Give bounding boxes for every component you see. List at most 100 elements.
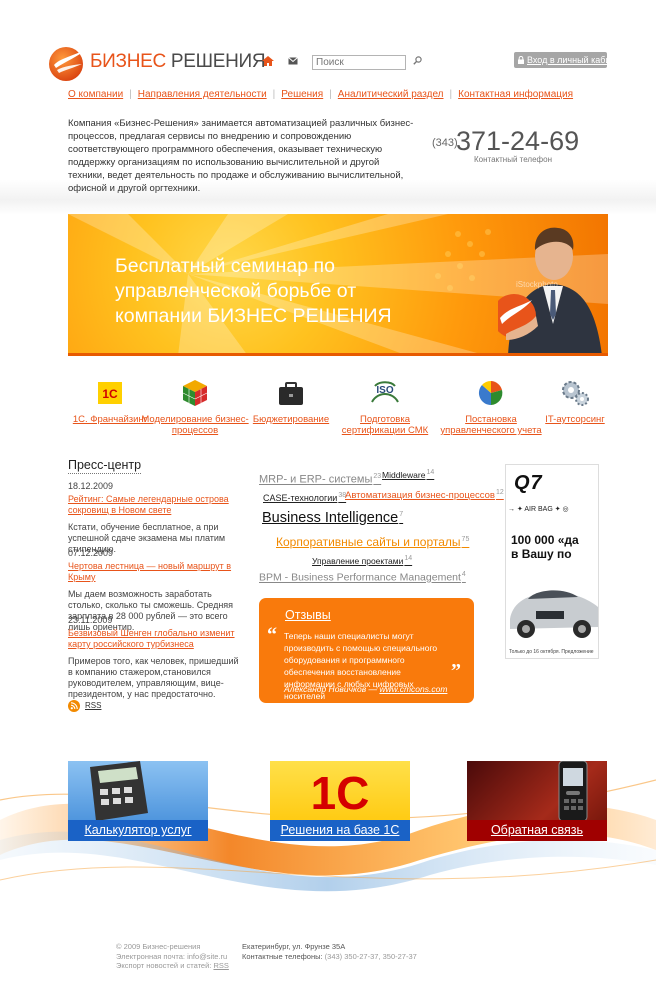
tag-link[interactable]: Управление проектами14	[312, 555, 412, 566]
footer-left: © 2009 Бизнес-решения Электронная почта:…	[116, 942, 229, 971]
tile-feedback[interactable]: Обратная связь	[467, 761, 607, 841]
1c-icon: 1С	[98, 382, 122, 404]
tag-label: Управление проектами	[312, 555, 404, 566]
phone-code: (343)	[432, 137, 458, 149]
tag-label: BPM - Business Performance Management	[259, 571, 461, 584]
ad-headline: 100 000 «да в Вашу по	[511, 533, 579, 561]
main-nav: О компании | Направления деятельности | Реше…	[68, 89, 573, 100]
news-text: Примеров того, как человек, пришедший в …	[68, 656, 239, 699]
tag-label: Автоматизация бизнес-процессов	[345, 490, 495, 502]
news-title-link[interactable]: Чертова лестница — новый маршрут в Крыму	[68, 561, 244, 583]
news-date: 07.12.2009	[68, 548, 114, 558]
news-date: 23.11.2009	[68, 615, 113, 625]
service-label: Подготовка сертификации СМК	[341, 414, 429, 436]
search-icon[interactable]	[413, 56, 422, 65]
news-title-link[interactable]: Безвизовый Шенген глобально изменит карт…	[68, 628, 244, 650]
service-it-outsourcing[interactable]: IT-аутсорсинг	[520, 378, 630, 425]
home-icon[interactable]	[262, 56, 274, 66]
ad-headline-line: 100 000 «да	[511, 533, 579, 547]
service-label: Моделирование бизнес-процессов	[141, 414, 249, 436]
tag-link[interactable]: Business Intelligence7	[262, 510, 403, 526]
phone-icon	[558, 761, 588, 822]
tag-link[interactable]: Middleware14	[382, 469, 434, 480]
review-author-name: Александр Новичков —	[284, 684, 378, 694]
iso-icon: ISO	[371, 381, 399, 403]
tag-count: 4	[461, 571, 466, 578]
tag-link[interactable]: BPM - Business Performance Management4	[259, 571, 466, 584]
quote-open-icon: “	[267, 624, 277, 646]
footer-phones-value: (343) 350-27-37, 350-27-37	[324, 951, 417, 961]
service-business-modeling[interactable]: Моделирование бизнес-процессов	[140, 378, 250, 436]
ad-logo: Q7	[514, 472, 543, 494]
banner-text: Бесплатный семинар по управленческой бор…	[115, 255, 392, 327]
ad-feature-icons: → ✦ AIR BAG ✦ ◎	[508, 506, 569, 513]
rss-link[interactable]: RSS	[85, 701, 101, 710]
tag-count: 14	[404, 555, 413, 562]
logo-word-2: РЕШЕНИЯ	[170, 51, 266, 72]
phone-caption: Контактный телефон	[474, 155, 552, 164]
1c-logo-icon: 1С	[311, 767, 370, 817]
tag-link[interactable]: CASE-технологии38	[263, 492, 346, 503]
review-author: Александр Новичков — www.cmcons.com	[284, 684, 447, 694]
nav-contacts[interactable]: Контактная информация	[458, 89, 573, 100]
quote-close-icon: ”	[451, 660, 461, 682]
search-input[interactable]	[312, 55, 406, 70]
svg-text:1С: 1С	[102, 387, 118, 401]
logo-word-1: БИЗНЕС	[90, 51, 166, 72]
svg-text:ISO: ISO	[376, 385, 393, 396]
news-item: 23.11.2009 Безвизовый Шенген глобально и…	[68, 615, 244, 700]
company-intro: Компания «Бизнес-Решения» занимается авт…	[68, 118, 414, 194]
tile-label: Обратная связь	[467, 820, 607, 841]
press-center-title[interactable]: Пресс-центр	[68, 458, 142, 474]
footer-email: Электронная почта: info@site.ru	[116, 951, 228, 961]
tile-1c-solutions[interactable]: 1С Решения на базе 1С	[270, 761, 410, 841]
footer-phones: Контактные телефоны: (343) 350-27-37, 35…	[242, 952, 417, 962]
reviews-title[interactable]: Отзывы	[285, 608, 331, 622]
phone-number: 371-24-69	[456, 126, 580, 156]
promo-banner[interactable]: Бесплатный семинар по управленческой бор…	[68, 214, 608, 356]
cube-icon	[182, 380, 208, 406]
nav-separator: |	[272, 89, 276, 100]
tag-link[interactable]: Корпоративные сайты и порталы75	[276, 535, 469, 549]
tag-count: 23	[373, 473, 382, 480]
banner-base-line	[68, 353, 608, 356]
service-iso-certification[interactable]: ISO Подготовка сертификации СМК	[330, 378, 440, 436]
tile-label: Решения на базе 1С	[270, 820, 410, 841]
logo-text: БИЗНЕС РЕШЕНИЯ	[90, 51, 266, 73]
tile-calculator[interactable]: Калькулятор услуг	[68, 761, 208, 841]
nav-separator: |	[129, 89, 132, 100]
banner-watermark: iStockphoto	[516, 280, 558, 289]
logo[interactable]: БИЗНЕС РЕШЕНИЯ	[46, 40, 266, 84]
footer-copyright: © 2009 Бизнес-решения	[116, 942, 201, 951]
tag-link[interactable]: MRP- и ERP- системы23	[259, 473, 381, 486]
gears-icon	[562, 381, 589, 406]
ad-footnote: Только до 16 октября. Предложение	[509, 649, 594, 655]
rss-icon[interactable]	[68, 700, 80, 712]
tag-label: Middleware	[382, 469, 426, 480]
footer-export-label: Экспорт новостей и статей:	[116, 961, 214, 970]
nav-solutions[interactable]: Решения	[281, 89, 323, 100]
nav-separator: |	[449, 89, 453, 100]
service-label: IT-аутсорсинг	[545, 414, 605, 425]
news-title-link[interactable]: Рейтинг: Самые легендарные острова сокро…	[68, 494, 244, 516]
mail-icon[interactable]	[288, 57, 298, 65]
news-date: 18.12.2009	[68, 481, 114, 491]
logo-mark-icon	[49, 47, 86, 81]
tag-link[interactable]: Автоматизация бизнес-процессов12	[345, 489, 504, 501]
nav-about[interactable]: О компании	[68, 89, 123, 100]
footer-export: Экспорт новостей и статей: RSS	[116, 961, 229, 971]
audi-q7-ad[interactable]: Q7 → ✦ AIR BAG ✦ ◎ 100 000 «да в Вашу по…	[505, 464, 599, 659]
pie-chart-icon	[478, 380, 503, 406]
nav-activities[interactable]: Направления деятельности	[138, 89, 267, 100]
tile-label: Калькулятор услуг	[68, 820, 208, 841]
lock-icon	[518, 56, 524, 64]
footer-address: Екатеринбург, ул. Фрунзе 35А	[242, 942, 346, 951]
review-author-link[interactable]: www.cmcons.com	[379, 684, 447, 694]
footer-phones-label: Контактные телефоны:	[242, 951, 325, 961]
footer-rss-link[interactable]: RSS	[213, 961, 228, 970]
reviews-box: Отзывы “ Теперь наши специалисты могут п…	[259, 598, 474, 703]
tag-label: Business Intelligence	[262, 510, 399, 526]
tag-count: 7	[399, 511, 404, 519]
cabinet-login-button[interactable]: Вход в личный кабинет	[514, 52, 607, 68]
nav-analytics[interactable]: Аналитический раздел	[338, 89, 444, 100]
